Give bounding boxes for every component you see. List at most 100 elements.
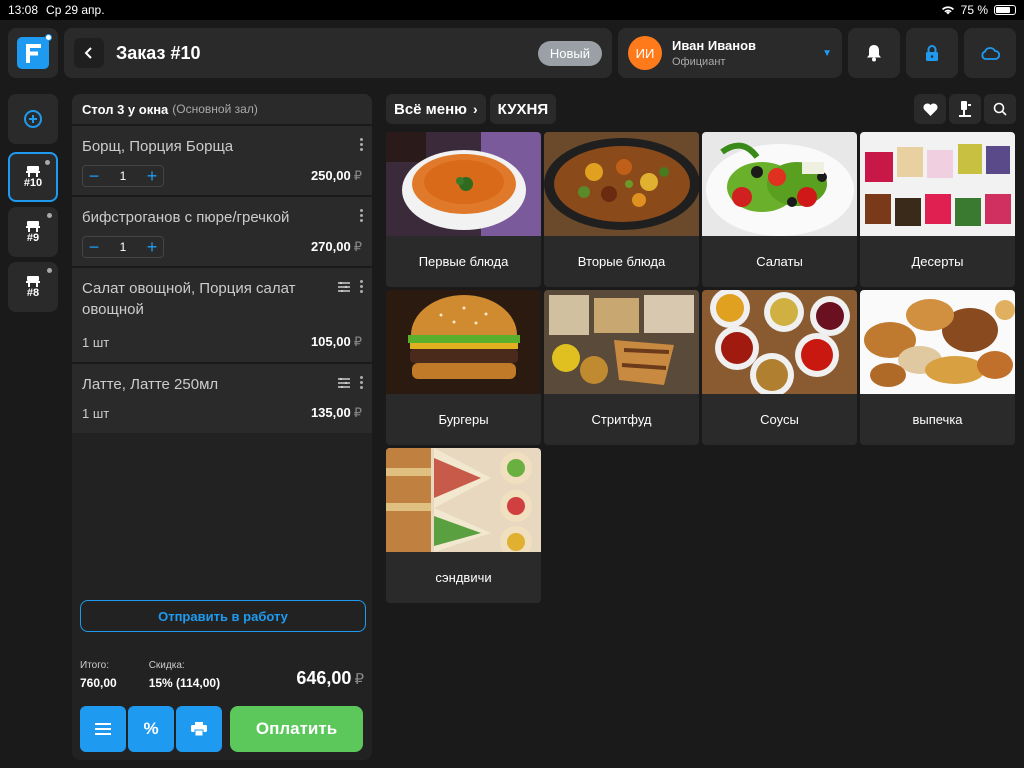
order-item[interactable]: Салат овощной, Порция салат овощной 1 шт… [72,266,372,362]
category-card[interactable]: Первые блюда [386,132,541,287]
discount-label: Скидка: [148,660,185,671]
menu-area: Всё меню › КУХНЯ Первые блюда Вторые блю… [386,94,1016,603]
notifications-button[interactable] [848,28,900,78]
order-item[interactable]: бифстроганов с пюре/гречкой − 1 + 270,00… [72,195,372,266]
category-card[interactable]: Соусы [702,290,857,445]
battery-icon [994,5,1016,15]
wifi-icon [941,6,954,15]
tables-rail: #10 #9 #8 [8,94,58,317]
app-logo [17,34,52,69]
minus-button[interactable]: − [83,166,105,186]
percent-icon: % [143,719,159,738]
cloud-icon [981,46,1000,60]
breadcrumb-current[interactable]: КУХНЯ [489,94,557,124]
user-role: Официант [672,56,726,68]
header: Заказ #10 Новый ИИ Иван Иванов Официант … [8,28,1016,78]
rail-table-9[interactable]: #9 [8,207,58,257]
category-name: Соусы [760,412,799,427]
barcode-button[interactable] [949,94,981,124]
printer-icon [191,722,207,736]
category-card[interactable]: выпечка [860,290,1015,445]
status-badge: Новый [537,40,602,66]
item-price: 105,00 ₽ [310,334,362,349]
sauces-image [702,290,857,394]
quantity-value[interactable]: 1 [105,240,141,254]
subtotal-value: 760,00 [80,676,117,690]
chevron-left-icon [84,47,92,59]
more-vertical-icon[interactable] [360,376,364,389]
battery-percent: 75 % [960,3,988,17]
heart-icon [922,102,938,116]
favorites-button[interactable] [914,94,946,124]
minus-button[interactable]: − [83,237,105,257]
lock-icon [926,44,938,61]
rail-table-label: #8 [26,286,40,299]
chevron-down-icon: ▼ [822,47,832,59]
table-zone: (Основной зал) [172,102,258,116]
modifiers-icon[interactable] [338,282,350,292]
category-card[interactable]: Десерты [860,132,1015,287]
more-vertical-icon[interactable] [360,280,364,293]
chevron-right-icon: › [473,101,478,117]
category-name: Первые блюда [418,254,509,269]
salad-image [702,132,857,236]
search-button[interactable] [984,94,1016,124]
category-name: Салаты [756,254,803,269]
item-name: Салат овощной, Порция салат овощной [82,280,296,318]
category-card[interactable]: Бургеры [386,290,541,445]
scanner-icon [959,101,971,117]
stew-image [544,132,699,236]
rail-table-label: #9 [26,231,40,244]
category-card[interactable]: сэндвичи [386,448,541,603]
category-card[interactable]: Стритфуд [544,290,699,445]
breadcrumb-root[interactable]: Всё меню › [386,94,486,124]
status-time: 13:08 [8,3,39,17]
menu-button[interactable] [80,706,126,752]
rail-table-label: #10 [23,176,43,189]
more-vertical-icon[interactable] [360,138,364,151]
quantity-text: 1 шт [82,334,110,350]
user-name: Иван Иванов [672,38,757,53]
avatar: ИИ [628,36,662,70]
modifiers-icon[interactable] [338,378,350,388]
burger-image [386,290,541,394]
discount-button[interactable]: % [128,706,174,752]
rail-table-10[interactable]: #10 [8,152,58,202]
quantity-value[interactable]: 1 [105,169,141,183]
hamburger-icon [95,723,111,735]
order-item[interactable]: Борщ, Порция Борща − 1 + 250,00 ₽ [72,124,372,195]
category-card[interactable]: Салаты [702,132,857,287]
pay-button[interactable]: Оплатить [230,706,363,752]
plus-button[interactable]: + [141,237,163,257]
category-name: Десерты [911,254,964,269]
order-title: Заказ #10 [116,42,201,63]
category-name: сэндвичи [435,570,492,585]
soup-image [386,132,541,236]
plus-circle-icon [24,110,42,128]
add-order-button[interactable] [8,94,58,144]
item-price: 250,00 ₽ [310,168,362,183]
table-header[interactable]: Стол 3 у окна (Основной зал) [72,94,372,124]
cloud-button[interactable] [964,28,1016,78]
order-item[interactable]: Латте, Латте 250мл 1 шт 135,00 ₽ [72,362,372,433]
subtotal-label: Итого: [80,660,109,671]
item-name: бифстроганов с пюре/гречкой [82,209,290,226]
print-button[interactable] [176,706,222,752]
back-button[interactable] [74,38,104,68]
more-vertical-icon[interactable] [360,209,364,222]
item-price: 270,00 ₽ [310,239,362,254]
sandwich-image [386,448,541,552]
plus-button[interactable]: + [141,166,163,186]
category-card[interactable]: Вторые блюда [544,132,699,287]
status-date: Ср 29 апр. [46,3,105,17]
rail-table-8[interactable]: #8 [8,262,58,312]
grand-total: 646,00 ₽ [296,668,364,688]
send-to-kitchen-button[interactable]: Отправить в работу [80,600,366,632]
order-totals: Итого: 760,00 Скидка: 15% (114,00) 646,0… [80,660,364,690]
lock-button[interactable] [906,28,958,78]
bell-icon [867,45,881,62]
quantity-text: 1 шт [82,405,110,421]
logo-block [8,28,58,78]
user-menu[interactable]: ИИ Иван Иванов Официант ▼ [618,28,842,78]
quantity-stepper: − 1 + [82,165,164,187]
